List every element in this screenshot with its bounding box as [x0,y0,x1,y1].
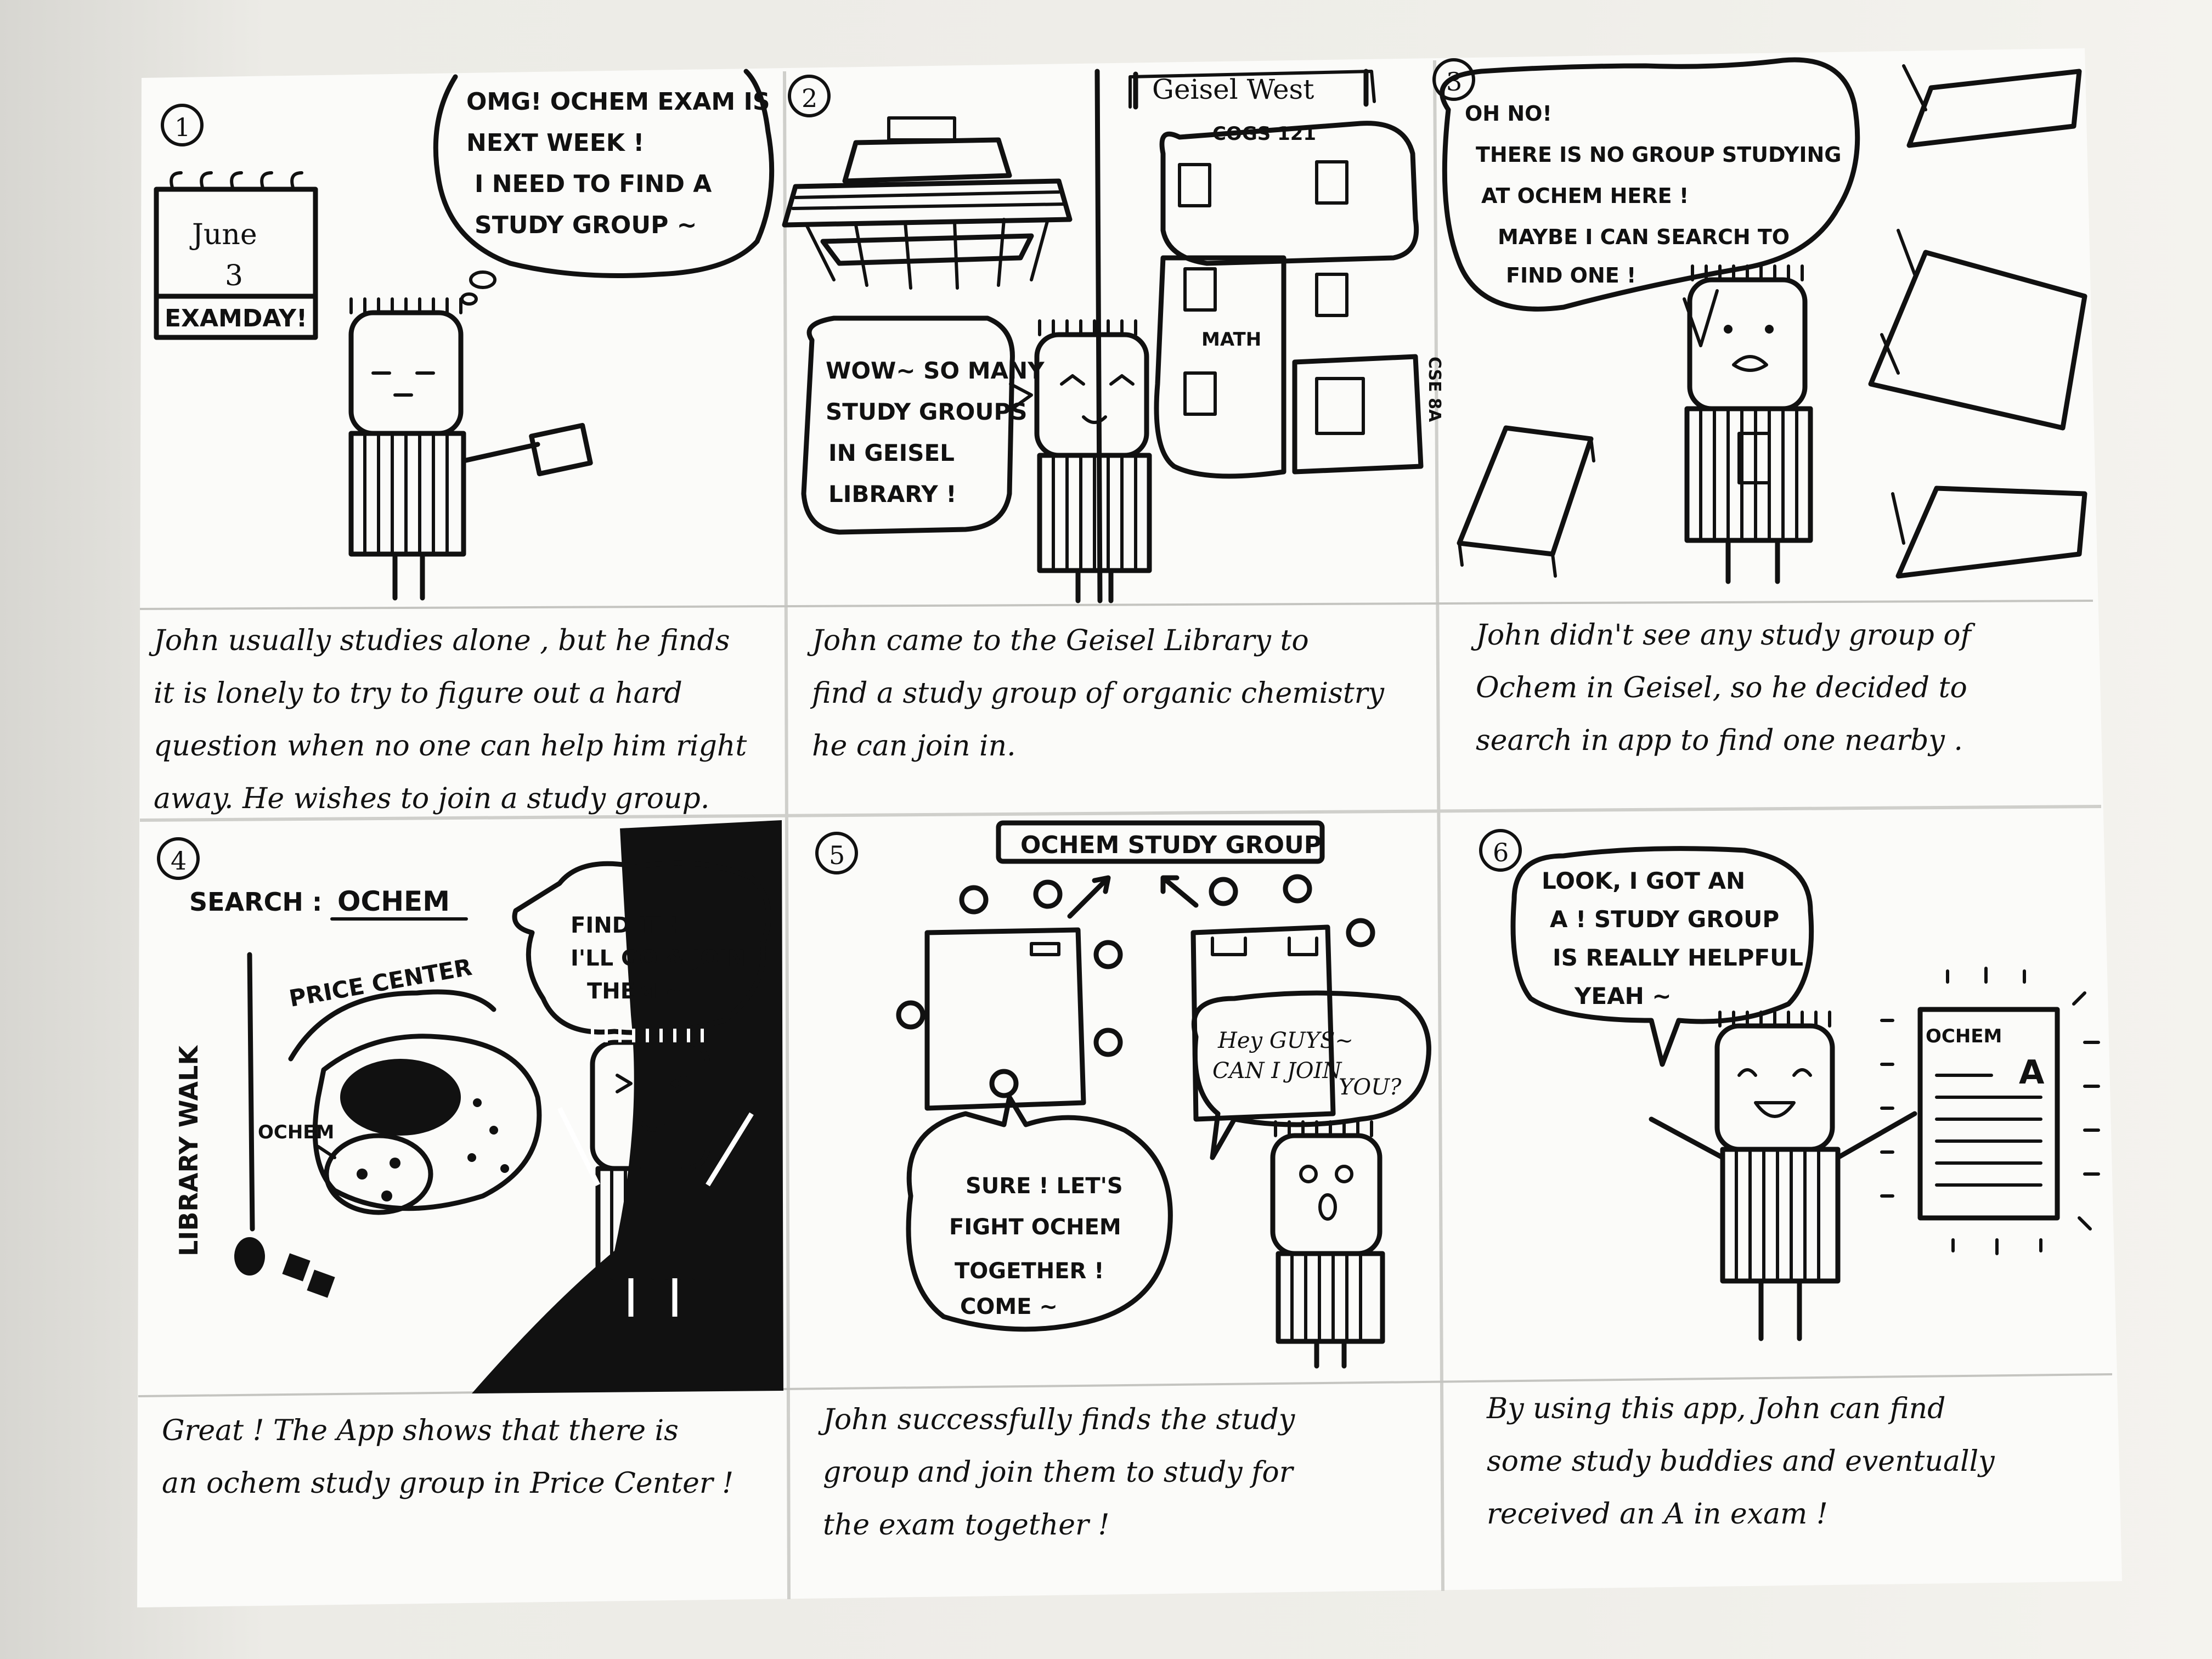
caption-panel-6: By using this app, John can find some st… [1487,1392,1995,1531]
caption-panel-3: John didn't see any study group of Ochem… [1476,619,1971,757]
caption-panel-2: John came to the Geisel Library to find … [812,624,1384,763]
caption-panel-1: John usually studies alone , but he find… [154,624,747,815]
caption-panel-5: John successfully finds the study group … [823,1403,1295,1542]
caption-panel-4: Great ! The App shows that there is an o… [162,1414,734,1500]
